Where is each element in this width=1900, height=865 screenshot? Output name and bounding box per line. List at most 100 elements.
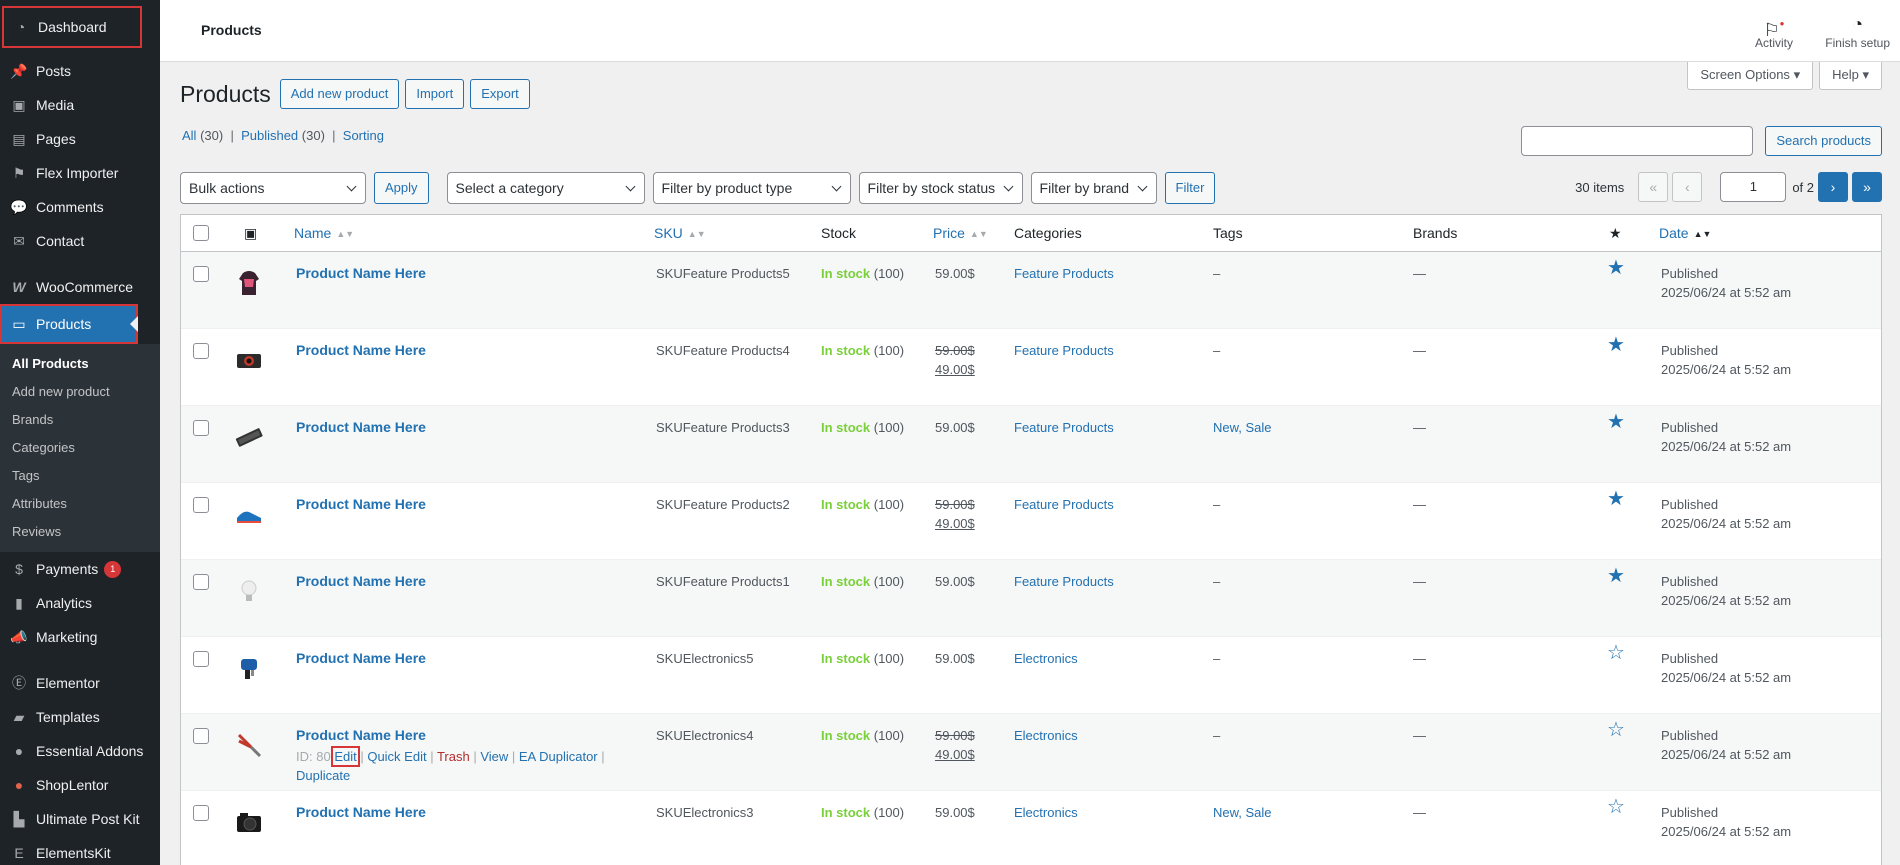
sidebar-item-contact[interactable]: ✉ Contact xyxy=(0,224,160,258)
submenu-add-new-product[interactable]: Add new product xyxy=(0,378,160,406)
product-name-link[interactable]: Product Name Here xyxy=(296,804,426,820)
sidebar-item-analytics[interactable]: ▮ Analytics xyxy=(0,586,160,620)
category-link[interactable]: Feature Products xyxy=(1014,343,1114,358)
brand-select[interactable]: Filter by brand xyxy=(1030,172,1157,204)
finish-setup-button[interactable]: ◔ Finish setup xyxy=(1825,12,1890,50)
category-link[interactable]: Electronics xyxy=(1014,651,1078,666)
sidebar-item-media[interactable]: ▣ Media xyxy=(0,88,160,122)
product-name-link[interactable]: Product Name Here xyxy=(296,573,426,589)
product-type-select[interactable]: Filter by product type xyxy=(652,172,851,204)
product-name-link[interactable]: Product Name Here xyxy=(296,419,426,435)
trash-link[interactable]: Trash xyxy=(437,749,470,764)
select-all-checkbox[interactable] xyxy=(193,225,209,241)
sidebar-item-shoplentor[interactable]: ● ShopLentor xyxy=(0,768,160,802)
view-link[interactable]: View xyxy=(480,749,508,764)
row-checkbox[interactable] xyxy=(193,497,209,513)
bulk-actions-select[interactable]: Bulk actions xyxy=(180,172,366,204)
category-link[interactable]: Feature Products xyxy=(1014,266,1114,281)
sidebar-item-woocommerce[interactable]: W WooCommerce xyxy=(0,270,160,304)
featured-star-filled-icon[interactable]: ★ xyxy=(1607,488,1625,510)
row-checkbox[interactable] xyxy=(193,343,209,359)
sidebar-item-posts[interactable]: 📌 Posts xyxy=(0,54,160,88)
submenu-categories[interactable]: Categories xyxy=(0,434,160,462)
sidebar-item-essential-addons[interactable]: ● Essential Addons xyxy=(0,734,160,768)
sidebar-item-templates[interactable]: ▰ Templates xyxy=(0,700,160,734)
help-button[interactable]: Help ▾ xyxy=(1819,62,1882,90)
featured-star-filled-icon[interactable]: ★ xyxy=(1607,565,1625,587)
stock-status-select[interactable]: Filter by stock status xyxy=(858,172,1023,204)
column-date[interactable]: Date ▲▼ xyxy=(1659,225,1711,241)
sidebar-item-comments[interactable]: 💬 Comments xyxy=(0,190,160,224)
keyboard-icon[interactable] xyxy=(233,421,265,453)
lightbulb-icon[interactable] xyxy=(233,575,265,607)
row-checkbox[interactable] xyxy=(193,266,209,282)
hoodie-icon[interactable] xyxy=(233,267,265,299)
pliers-icon[interactable] xyxy=(233,729,265,761)
sneaker-icon[interactable] xyxy=(233,498,265,530)
first-page-button[interactable]: « xyxy=(1638,172,1669,202)
current-page-input[interactable]: 1 xyxy=(1720,172,1787,202)
category-link[interactable]: Feature Products xyxy=(1014,497,1114,512)
submenu-tags[interactable]: Tags xyxy=(0,462,160,490)
sidebar-item-dashboard[interactable]: ◔ Dashboard xyxy=(2,6,142,48)
submenu-reviews[interactable]: Reviews xyxy=(0,518,160,546)
product-name-link[interactable]: Product Name Here xyxy=(296,496,426,512)
export-button[interactable]: Export xyxy=(470,79,530,109)
featured-column-star-icon[interactable]: ★ xyxy=(1609,225,1622,242)
ea-duplicator-link[interactable]: EA Duplicator xyxy=(519,749,598,764)
featured-star-outline-icon[interactable]: ☆ xyxy=(1607,796,1625,818)
featured-star-outline-icon[interactable]: ☆ xyxy=(1607,719,1625,741)
category-link[interactable]: Feature Products xyxy=(1014,574,1114,589)
view-published-link[interactable]: Published (30) xyxy=(241,128,325,143)
dslr-icon[interactable] xyxy=(233,806,265,838)
category-link[interactable]: Feature Products xyxy=(1014,420,1114,435)
sidebar-item-elementskit[interactable]: Ε ElementsKit xyxy=(0,836,160,865)
activity-button[interactable]: ⚐● Activity xyxy=(1755,12,1793,50)
column-sku[interactable]: SKU ▲▼ xyxy=(654,225,706,241)
view-sorting-link[interactable]: Sorting xyxy=(343,128,384,143)
duplicate-link[interactable]: Duplicate xyxy=(296,768,350,783)
last-page-button[interactable]: » xyxy=(1852,172,1882,202)
category-select[interactable]: Select a category xyxy=(446,172,645,204)
row-checkbox[interactable] xyxy=(193,728,209,744)
submenu-all-products[interactable]: All Products xyxy=(0,350,160,378)
filter-button[interactable]: Filter xyxy=(1164,172,1216,204)
column-price[interactable]: Price ▲▼ xyxy=(933,225,988,241)
sidebar-item-products[interactable]: ▭ Products xyxy=(0,304,138,344)
screen-options-button[interactable]: Screen Options ▾ xyxy=(1687,62,1814,90)
featured-star-filled-icon[interactable]: ★ xyxy=(1607,411,1625,433)
featured-star-outline-icon[interactable]: ☆ xyxy=(1607,642,1625,664)
sidebar-item-pages[interactable]: ▤ Pages xyxy=(0,122,160,156)
jigsaw-icon[interactable] xyxy=(233,652,265,684)
sidebar-item-marketing[interactable]: 📣 Marketing xyxy=(0,620,160,654)
tags-link[interactable]: New, Sale xyxy=(1213,420,1272,435)
featured-star-filled-icon[interactable]: ★ xyxy=(1607,334,1625,356)
submenu-brands[interactable]: Brands xyxy=(0,406,160,434)
row-checkbox[interactable] xyxy=(193,420,209,436)
product-name-link[interactable]: Product Name Here xyxy=(296,342,426,358)
product-name-link[interactable]: Product Name Here xyxy=(296,265,426,281)
apply-button[interactable]: Apply xyxy=(374,172,429,204)
product-name-link[interactable]: Product Name Here xyxy=(296,727,426,743)
view-all-link[interactable]: All (30) xyxy=(182,128,223,143)
camera-icon[interactable] xyxy=(233,344,265,376)
sidebar-item-payments[interactable]: $ Payments 1 xyxy=(0,552,160,586)
featured-star-filled-icon[interactable]: ★ xyxy=(1607,257,1625,279)
search-products-button[interactable]: Search products xyxy=(1765,126,1882,156)
product-name-link[interactable]: Product Name Here xyxy=(296,650,426,666)
next-page-button[interactable]: › xyxy=(1818,172,1848,202)
sidebar-item-elementor[interactable]: Ⓔ Elementor xyxy=(0,666,160,700)
search-input[interactable] xyxy=(1521,126,1754,156)
row-checkbox[interactable] xyxy=(193,574,209,590)
edit-link[interactable]: Edit xyxy=(331,746,360,767)
add-new-product-button[interactable]: Add new product xyxy=(279,79,400,109)
column-name[interactable]: Name ▲▼ xyxy=(294,225,354,241)
quick-edit-link[interactable]: Quick Edit xyxy=(367,749,426,764)
prev-page-button[interactable]: ‹ xyxy=(1672,172,1703,202)
category-link[interactable]: Electronics xyxy=(1014,805,1078,820)
sidebar-item-flex-importer[interactable]: ⚑ Flex Importer xyxy=(0,156,160,190)
row-checkbox[interactable] xyxy=(193,651,209,667)
sidebar-item-ultimate-post-kit[interactable]: ▙ Ultimate Post Kit xyxy=(0,802,160,836)
row-checkbox[interactable] xyxy=(193,805,209,821)
submenu-attributes[interactable]: Attributes xyxy=(0,490,160,518)
